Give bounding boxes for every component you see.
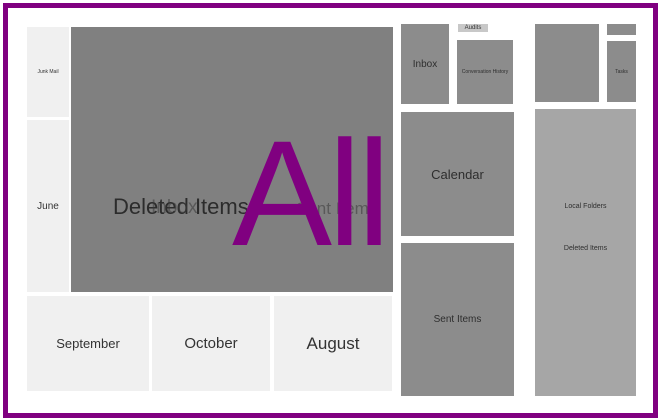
tile-conversation-history[interactable]: Conversation History bbox=[457, 40, 513, 104]
tile-label: Calendar bbox=[431, 166, 484, 182]
tile-label: Inbox bbox=[412, 58, 438, 70]
tile-inbox[interactable]: Inbox bbox=[401, 24, 449, 104]
tile-october[interactable]: October bbox=[152, 296, 270, 391]
tile-june[interactable]: June bbox=[27, 120, 69, 292]
tile-right-top-strip[interactable] bbox=[607, 24, 636, 35]
tile-label-deleted-items: Deleted Items bbox=[563, 245, 608, 252]
chip-label: Audits bbox=[464, 25, 482, 31]
tile-label: August bbox=[306, 333, 360, 353]
tile-audits-chip[interactable]: Audits bbox=[458, 24, 488, 32]
tile-september[interactable]: September bbox=[27, 296, 149, 391]
tile-label-inbox: Inbox bbox=[151, 197, 198, 218]
tile-junk-mail[interactable]: Junk Mail bbox=[27, 27, 69, 117]
tile-label: October bbox=[184, 335, 238, 352]
tile-label: Tasks bbox=[615, 68, 628, 75]
tile-label-local-folders: Local Folders bbox=[564, 203, 607, 210]
tile-label-ghost-2: Sent Items bbox=[296, 199, 377, 219]
tile-label: Junk Mail bbox=[37, 69, 59, 75]
tile-sent-items[interactable]: Sent Items bbox=[401, 243, 514, 396]
tile-label: Conversation History bbox=[461, 69, 509, 75]
tile-label-ghost: Inbox bbox=[151, 197, 197, 219]
tile-label: September bbox=[56, 336, 120, 351]
tile-deleted-items-main[interactable]: Deleted Items Inbox Sent Items bbox=[71, 27, 393, 292]
tile-right-top-large[interactable] bbox=[535, 24, 599, 102]
tile-local-folders[interactable]: Local Folders Deleted Items bbox=[535, 109, 636, 396]
tile-calendar[interactable]: Calendar bbox=[401, 112, 514, 236]
tile-label: June bbox=[37, 200, 59, 212]
tile-label-sent: Sent Items bbox=[296, 199, 378, 218]
tile-tasks[interactable]: Tasks bbox=[607, 41, 636, 102]
tile-label: Sent Items bbox=[433, 314, 482, 325]
tile-august[interactable]: August bbox=[274, 296, 392, 391]
